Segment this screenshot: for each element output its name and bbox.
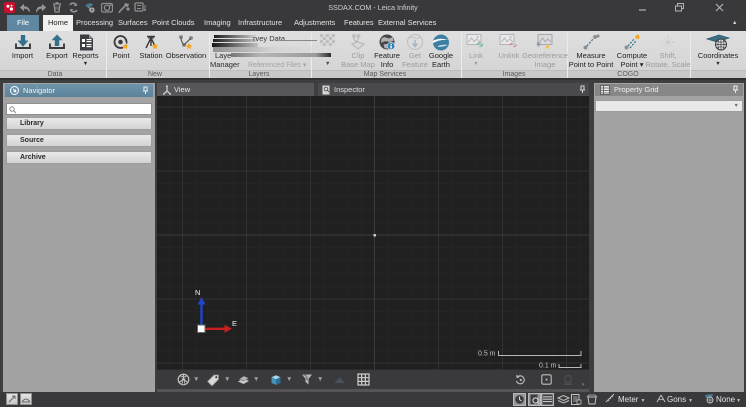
svg-text:0.5 m: 0.5 m: [478, 351, 496, 358]
svg-text:E: E: [232, 319, 237, 328]
svg-text:N: N: [195, 288, 200, 297]
